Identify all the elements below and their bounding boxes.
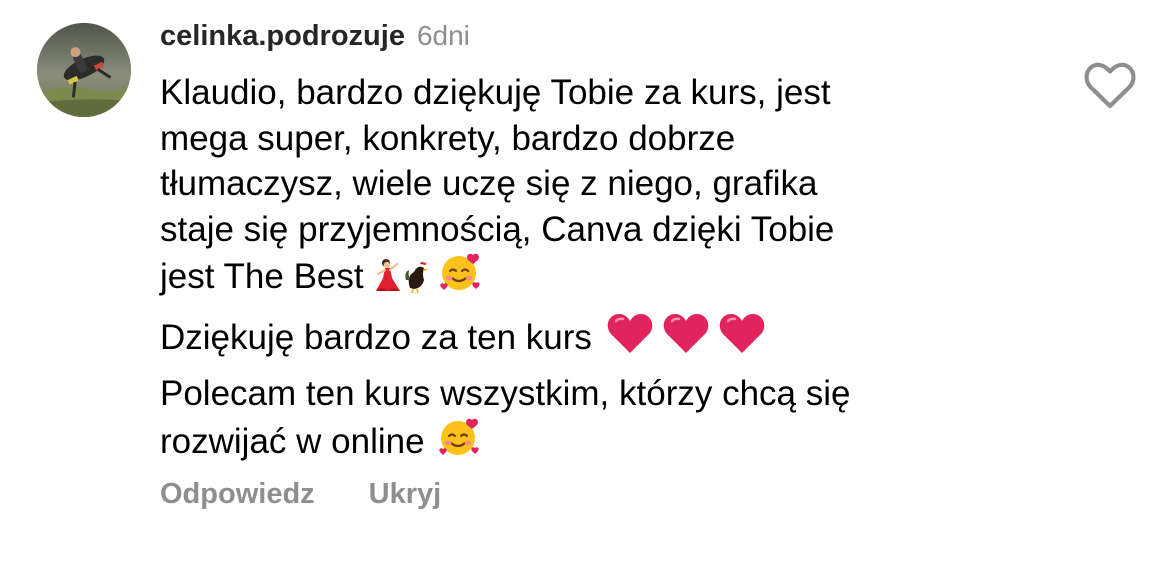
- dancer-emoji: [372, 258, 402, 294]
- heart-outline-icon: [1084, 62, 1136, 109]
- comment-line-with-emoji: jest The Best: [160, 252, 1040, 300]
- comment-paragraph: Polecam ten kurs wszystkim, którzy chcą …: [160, 371, 1040, 464]
- comment-line: Dziękuję bardzo za ten kurs: [160, 317, 592, 357]
- comment-paragraph: Klaudio, bardzo dziękuję Tobie za kurs, …: [160, 70, 1040, 300]
- rooster-emoji: [404, 258, 428, 294]
- red-heart-emoji: [718, 311, 766, 355]
- smiling-face-with-hearts-emoji: [437, 417, 481, 459]
- comment-line-with-emoji: rozwijać w online: [160, 417, 1040, 465]
- hide-button[interactable]: Ukryj: [369, 478, 442, 511]
- comment-text: Klaudio, bardzo dziękuję Tobie za kurs, …: [160, 70, 1040, 475]
- username[interactable]: celinka.podrozuje: [160, 20, 405, 53]
- comment-line-with-emoji: Dziękuję bardzo za ten kurs: [160, 311, 1040, 361]
- comment-actions: Odpowiedz Ukryj: [160, 478, 495, 511]
- comment-line: tłumaczysz, wiele uczę się z niego, graf…: [160, 164, 818, 203]
- reply-button[interactable]: Odpowiedz: [160, 478, 315, 511]
- comment-line: rozwijać w online: [160, 421, 425, 461]
- comment-line: staje się przyjemnością, Canva dzięki To…: [160, 209, 835, 249]
- comment-line: Polecam ten kurs wszystkim, którzy chcą …: [160, 374, 851, 413]
- smiling-face-with-hearts-emoji: [438, 252, 482, 294]
- timestamp: 6dni: [416, 20, 470, 51]
- red-heart-emoji: [606, 311, 654, 355]
- red-heart-emoji: [662, 311, 710, 355]
- comment-line: jest The Best: [160, 257, 364, 296]
- like-button[interactable]: [1082, 60, 1138, 112]
- avatar[interactable]: [37, 23, 131, 117]
- comment-paragraph: Dziękuję bardzo za ten kurs: [160, 311, 1040, 361]
- comment-line: mega super, konkrety, bardzo dobrze: [160, 118, 736, 158]
- comment-header: celinka.podrozuje 6dni: [160, 20, 470, 60]
- comment-line: Klaudio, bardzo dziękuję Tobie za kurs, …: [160, 73, 831, 112]
- comment-item: celinka.podrozuje 6dni Klaudio, bardzo d…: [0, 0, 1170, 562]
